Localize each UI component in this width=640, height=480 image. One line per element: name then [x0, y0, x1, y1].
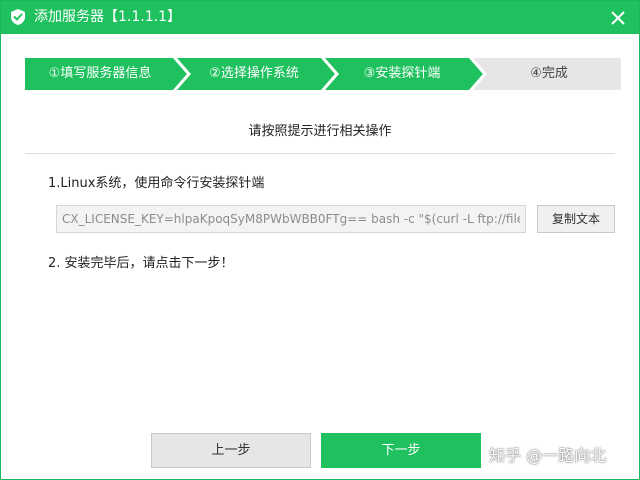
step-label: ④完成	[530, 66, 568, 81]
step-label: ③安装探针端	[363, 66, 441, 81]
watermark: 知乎 @一路向北	[489, 446, 607, 465]
copy-text-button[interactable]: 复制文本	[537, 205, 615, 233]
step-complete: ④完成	[471, 58, 621, 90]
add-server-dialog: 添加服务器【1.1.1.1】 ①填写服务器信息 ②选择操作系统 ③安装探针端 ④…	[0, 0, 640, 480]
step-select-os: ②选择操作系统	[175, 58, 335, 90]
step-install-probe: ③安装探针端	[323, 58, 483, 90]
instruction-text: 请按照提示进行相关操作	[248, 124, 392, 139]
divider	[25, 153, 615, 154]
previous-step-button[interactable]: 上一步	[151, 433, 311, 468]
title-bar[interactable]: 添加服务器【1.1.1.1】	[1, 1, 639, 34]
step2-instruction: 2. 安装完毕后，请点击下一步！	[48, 256, 234, 271]
step1-instruction: 1.Linux系统，使用命令行安装探针端	[48, 176, 265, 191]
shield-check-icon	[11, 9, 25, 25]
step-fill-server-info: ①填写服务器信息	[25, 58, 187, 90]
step-progress: ①填写服务器信息 ②选择操作系统 ③安装探针端 ④完成	[25, 58, 621, 90]
next-step-button[interactable]: 下一步	[321, 433, 481, 468]
close-icon[interactable]	[607, 7, 629, 29]
window-title: 添加服务器【1.1.1.1】	[34, 9, 181, 25]
step-label: ②选择操作系统	[209, 66, 299, 81]
install-command-field[interactable]	[56, 205, 526, 233]
step-label: ①填写服务器信息	[48, 66, 152, 81]
